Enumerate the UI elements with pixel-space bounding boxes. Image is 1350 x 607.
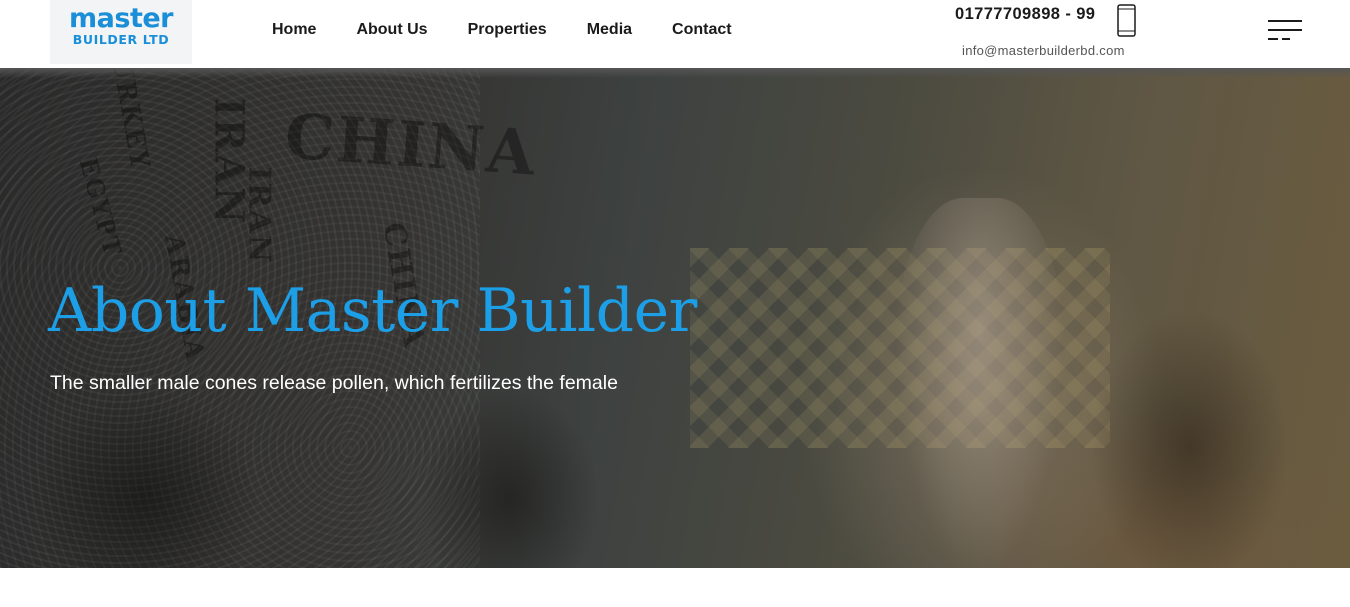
phone-number[interactable]: 01777709898 - 99 bbox=[955, 5, 1095, 24]
site-header: master BUILDER LTD Home About Us Propert… bbox=[0, 0, 1350, 68]
brand-logo[interactable]: master BUILDER LTD bbox=[50, 0, 192, 64]
wall-word: IRAN bbox=[241, 166, 277, 265]
page-title: About Master Builder bbox=[48, 276, 697, 346]
hamburger-menu-icon[interactable] bbox=[1268, 18, 1302, 42]
audience-figure bbox=[1090, 308, 1290, 568]
main-nav: Home About Us Properties Media Contact bbox=[252, 19, 752, 41]
email-address[interactable]: info@masterbuilderbd.com bbox=[962, 43, 1125, 58]
nav-contact[interactable]: Contact bbox=[652, 19, 752, 41]
logo-wordmark: master bbox=[69, 3, 173, 34]
logo-tagline: BUILDER LTD bbox=[72, 32, 170, 47]
nav-home[interactable]: Home bbox=[252, 19, 336, 41]
nav-media[interactable]: Media bbox=[567, 19, 652, 41]
presenter-figure bbox=[895, 198, 1065, 568]
nav-properties[interactable]: Properties bbox=[448, 19, 567, 41]
hero-subtitle: The smaller male cones release pollen, w… bbox=[50, 372, 618, 394]
mobile-phone-icon bbox=[1117, 4, 1136, 37]
header-shadow bbox=[0, 68, 1350, 78]
nav-about-us[interactable]: About Us bbox=[336, 19, 447, 41]
